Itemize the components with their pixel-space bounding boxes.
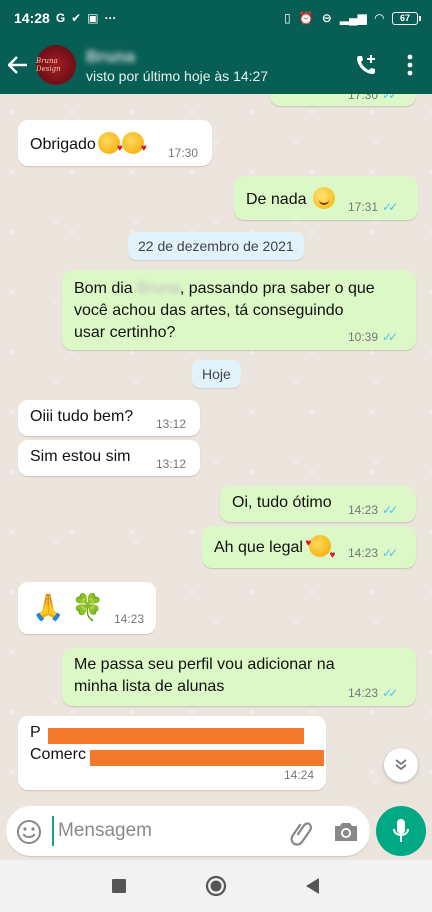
triangle-back-icon: [306, 878, 320, 894]
message-text: Obrigado: [30, 136, 96, 153]
message-bubble-outgoing[interactable]: Oi, tudo ótimo 14:23 ✓✓: [220, 486, 416, 522]
message-bubble-outgoing[interactable]: De nada 17:31 ✓✓: [234, 176, 418, 220]
redaction-bar: [90, 750, 324, 766]
paperclip-icon: [290, 822, 313, 846]
message-time: 17:30 ✓✓: [348, 94, 398, 102]
back-arrow-icon[interactable]: [0, 36, 36, 94]
double-chevron-down-icon: [395, 759, 407, 771]
location-icon: ✔: [71, 11, 82, 25]
message-time: 14:23 ✓✓: [348, 546, 398, 560]
message-time: 13:12: [156, 417, 187, 431]
battery-icon: 67: [392, 11, 421, 25]
dnd-icon: ⊖: [321, 11, 332, 25]
message-text: Oi, tudo ótimo: [232, 494, 332, 511]
read-ticks-icon: ✓✓: [382, 546, 398, 560]
home-button[interactable]: [196, 866, 236, 906]
smiling-face-with-hearts-emoji: [305, 533, 335, 567]
message-bubble-outgoing[interactable]: Me passa seu perfil vou adicionar na min…: [62, 648, 416, 706]
read-ticks-icon: ✓✓: [382, 200, 398, 214]
emoji-button[interactable]: [16, 819, 42, 845]
message-time: 14:23 ✓✓: [348, 503, 398, 517]
wifi-icon: ◠: [374, 11, 384, 25]
read-ticks-icon: ✓✓: [382, 330, 398, 344]
scroll-to-bottom-button[interactable]: [384, 748, 418, 782]
alarm-icon: ⏰: [298, 11, 314, 25]
message-text: Ah que legal: [214, 539, 303, 556]
google-g-icon: G: [55, 11, 66, 25]
system-navigation-bar: [0, 860, 432, 912]
message-time: 14:23: [114, 612, 145, 626]
back-button[interactable]: [293, 866, 333, 906]
status-bar: 14:28 G ✔ ▣ ··· ▯ ⏰ ⊖ ▂▄▆ ◠ 67: [0, 0, 432, 36]
message-time: 14:24: [284, 768, 315, 782]
chat-area[interactable]: 17:30✓✓ Obrigado 17:30 De nada 17:31✓✓ 2…: [0, 94, 432, 804]
status-time: 14:28: [14, 10, 50, 26]
message-bubble-incoming[interactable]: Obrigado 17:30: [18, 120, 212, 166]
date-chip: Hoje: [192, 360, 241, 388]
message-bubble-outgoing[interactable]: Ah que legal 14:23✓✓: [202, 526, 416, 568]
kissing-heart-emoji: [97, 132, 123, 160]
chat-header: Bruna Design Bruna visto por último hoje…: [0, 36, 432, 94]
message-bubble-outgoing[interactable]: Bom dia Bruna, passando pra saber o que …: [62, 270, 416, 350]
more-dots-icon: ···: [104, 11, 117, 25]
more-vertical-icon: [407, 54, 413, 76]
emoji-message: 🙏 🍀: [32, 592, 104, 622]
message-text: Me passa seu perfil vou adicionar na min…: [74, 656, 335, 695]
avatar[interactable]: Bruna Design: [36, 45, 76, 85]
message-input[interactable]: [52, 816, 272, 846]
add-call-button[interactable]: [344, 36, 388, 94]
read-ticks-icon: ✓✓: [382, 686, 398, 700]
message-bubble-incoming[interactable]: 🙏 🍀 14:23: [18, 582, 156, 634]
voice-message-button[interactable]: [376, 806, 426, 856]
circle-icon: [205, 875, 227, 897]
redaction-bar: [48, 728, 304, 744]
read-ticks-icon: ✓✓: [382, 503, 398, 517]
attach-button[interactable]: [288, 818, 316, 846]
contact-info[interactable]: Bruna visto por último hoje às 14:27: [86, 47, 268, 84]
message-time: 10:39 ✓✓: [348, 330, 398, 344]
message-time: 14:23 ✓✓: [348, 686, 398, 700]
recents-button[interactable]: [99, 866, 139, 906]
message-text: Oiii tudo bem?: [30, 408, 134, 425]
contact-name: Bruna: [86, 46, 136, 66]
message-composer: [0, 804, 432, 860]
phone-plus-icon: [357, 55, 375, 74]
smiling-face-emoji: [312, 187, 335, 209]
message-text: Bom dia: [74, 280, 133, 297]
last-seen-status: visto por último hoje às 14:27: [86, 67, 269, 84]
emoji-icon: [17, 820, 41, 844]
message-bubble-incoming[interactable]: Sim estou sim 13:12: [18, 440, 200, 476]
message-bubble-incoming[interactable]: P Comerc 14:24: [18, 716, 326, 790]
blurred-contact-name: Bruna: [137, 280, 180, 297]
message-time: 17:30: [168, 146, 199, 160]
read-ticks-icon: ✓✓: [382, 94, 398, 102]
message-text: Sim estou sim: [30, 448, 131, 465]
camera-button[interactable]: [332, 819, 360, 845]
square-icon: [111, 879, 126, 893]
more-options-button[interactable]: [388, 36, 432, 94]
message-bubble-outgoing[interactable]: 17:30 ✓✓: [270, 94, 416, 106]
message-text: De nada: [246, 191, 307, 208]
signal-icon: ▂▄▆: [339, 11, 367, 25]
avatar-logo-text: Bruna Design: [36, 57, 61, 73]
message-bubble-incoming[interactable]: Oiii tudo bem? 13:12: [18, 400, 200, 436]
message-input-container: [6, 806, 370, 856]
camera-icon: [335, 823, 357, 841]
message-time: 17:31 ✓✓: [348, 200, 398, 214]
microphone-icon: [393, 819, 409, 842]
message-time: 13:12: [156, 457, 187, 471]
vibrate-icon: ▯: [284, 11, 291, 25]
kissing-heart-emoji: [121, 132, 147, 160]
shopping-bag-icon: ▣: [87, 11, 99, 25]
date-chip: 22 de dezembro de 2021: [128, 232, 304, 260]
